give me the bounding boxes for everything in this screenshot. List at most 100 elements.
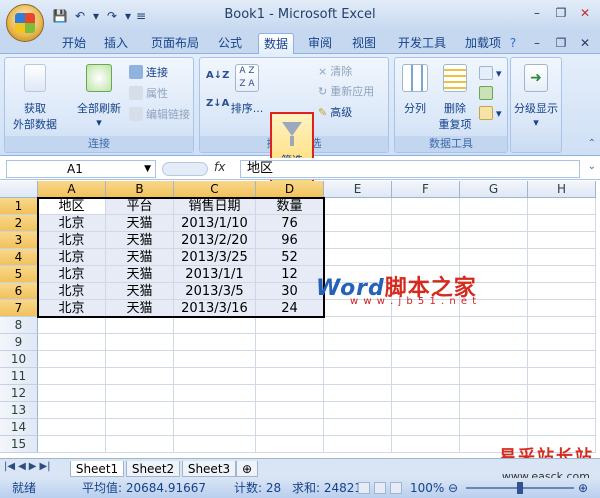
- cell[interactable]: [38, 419, 106, 436]
- cell[interactable]: [106, 351, 174, 368]
- cell[interactable]: [256, 368, 324, 385]
- cell[interactable]: [324, 368, 392, 385]
- row-header[interactable]: 1: [0, 198, 38, 215]
- cell[interactable]: [256, 334, 324, 351]
- cell[interactable]: [174, 317, 256, 334]
- cell[interactable]: [38, 351, 106, 368]
- cell[interactable]: [528, 232, 596, 249]
- cell[interactable]: [392, 368, 460, 385]
- first-sheet-icon[interactable]: |◀: [4, 461, 15, 472]
- sort-za-button[interactable]: Z↓A: [206, 98, 229, 109]
- cell[interactable]: [528, 385, 596, 402]
- cell[interactable]: [460, 317, 528, 334]
- cell[interactable]: [392, 334, 460, 351]
- cell[interactable]: [392, 249, 460, 266]
- properties-button[interactable]: 属性: [129, 85, 168, 101]
- cell[interactable]: 北京: [38, 283, 106, 300]
- cell[interactable]: 数量: [256, 198, 324, 215]
- cell[interactable]: [460, 334, 528, 351]
- cell[interactable]: [528, 419, 596, 436]
- page-break-view-icon[interactable]: [390, 482, 402, 494]
- consolidate-button[interactable]: [479, 86, 493, 100]
- select-all-corner[interactable]: [0, 181, 38, 198]
- cell[interactable]: [106, 317, 174, 334]
- row-header[interactable]: 10: [0, 351, 38, 368]
- column-header[interactable]: H: [528, 181, 596, 198]
- text-to-columns-button[interactable]: 分列: [397, 64, 433, 116]
- cell[interactable]: [528, 198, 596, 215]
- last-sheet-icon[interactable]: ▶|: [39, 461, 50, 472]
- zoom-level[interactable]: 100%: [410, 478, 444, 498]
- cell[interactable]: [174, 334, 256, 351]
- tab-1[interactable]: 开始: [60, 33, 88, 54]
- zoom-slider-thumb[interactable]: [517, 482, 523, 494]
- cell[interactable]: 96: [256, 232, 324, 249]
- edit-links-button[interactable]: 编辑链接: [129, 106, 190, 122]
- cell[interactable]: [528, 351, 596, 368]
- cell[interactable]: [392, 198, 460, 215]
- minimize-icon[interactable]: –: [526, 4, 548, 22]
- cell[interactable]: [174, 368, 256, 385]
- sort-button[interactable]: A ZZ A 排序...: [230, 64, 264, 116]
- row-header[interactable]: 14: [0, 419, 38, 436]
- cell[interactable]: 天猫: [106, 249, 174, 266]
- clear-button[interactable]: ⨯ 清除: [318, 63, 352, 79]
- cell[interactable]: 北京: [38, 249, 106, 266]
- cell[interactable]: [324, 334, 392, 351]
- tab-7[interactable]: 视图: [350, 33, 378, 54]
- cell[interactable]: [460, 351, 528, 368]
- cell[interactable]: [392, 436, 460, 453]
- cell[interactable]: 天猫: [106, 266, 174, 283]
- cell[interactable]: [528, 215, 596, 232]
- tab-6[interactable]: 审阅: [306, 33, 334, 54]
- column-header[interactable]: G: [460, 181, 528, 198]
- cell[interactable]: [392, 351, 460, 368]
- reapply-button[interactable]: ↻ 重新应用: [318, 83, 374, 99]
- cell[interactable]: [324, 198, 392, 215]
- cell[interactable]: [392, 402, 460, 419]
- cell[interactable]: [256, 351, 324, 368]
- cell[interactable]: [256, 402, 324, 419]
- sheet-tab[interactable]: Sheet2: [126, 461, 180, 477]
- cell[interactable]: 52: [256, 249, 324, 266]
- cell[interactable]: [324, 419, 392, 436]
- outline-button[interactable]: ➜ 分级显示 ▾: [511, 64, 561, 129]
- cell[interactable]: [460, 385, 528, 402]
- tab-9[interactable]: 加载项: [462, 33, 504, 54]
- column-header[interactable]: C: [174, 181, 256, 198]
- row-header[interactable]: 3: [0, 232, 38, 249]
- cell[interactable]: [106, 402, 174, 419]
- what-if-button[interactable]: ▾: [479, 106, 502, 120]
- cell[interactable]: 天猫: [106, 300, 174, 317]
- tab-3[interactable]: 页面布局: [146, 33, 204, 54]
- row-header[interactable]: 7: [0, 300, 38, 317]
- cell[interactable]: 12: [256, 266, 324, 283]
- insert-function-icon[interactable]: fx: [214, 160, 225, 174]
- connections-button[interactable]: 连接: [129, 64, 168, 80]
- cell[interactable]: 北京: [38, 266, 106, 283]
- cell[interactable]: [528, 266, 596, 283]
- ribbon-collapse-icon[interactable]: ⌃: [588, 138, 596, 149]
- cell[interactable]: [324, 215, 392, 232]
- tab-8[interactable]: 开发工具: [394, 33, 450, 54]
- cell[interactable]: [392, 385, 460, 402]
- cell[interactable]: [174, 351, 256, 368]
- cell[interactable]: [460, 368, 528, 385]
- sheet-tab[interactable]: Sheet1: [70, 461, 124, 477]
- cell[interactable]: [528, 317, 596, 334]
- cell[interactable]: [324, 436, 392, 453]
- cell[interactable]: 北京: [38, 300, 106, 317]
- cell[interactable]: [460, 198, 528, 215]
- cell[interactable]: 2013/3/25: [174, 249, 256, 266]
- column-header[interactable]: D: [256, 181, 324, 198]
- restore-icon[interactable]: ❐: [550, 4, 572, 22]
- cell[interactable]: [106, 368, 174, 385]
- minimize-icon[interactable]: –: [526, 34, 548, 52]
- cell[interactable]: [528, 249, 596, 266]
- column-header[interactable]: B: [106, 181, 174, 198]
- row-header[interactable]: 5: [0, 266, 38, 283]
- cell[interactable]: 2013/1/10: [174, 215, 256, 232]
- get-external-data-button[interactable]: 获取 外部数据: [7, 64, 63, 132]
- row-header[interactable]: 13: [0, 402, 38, 419]
- cell[interactable]: 北京: [38, 215, 106, 232]
